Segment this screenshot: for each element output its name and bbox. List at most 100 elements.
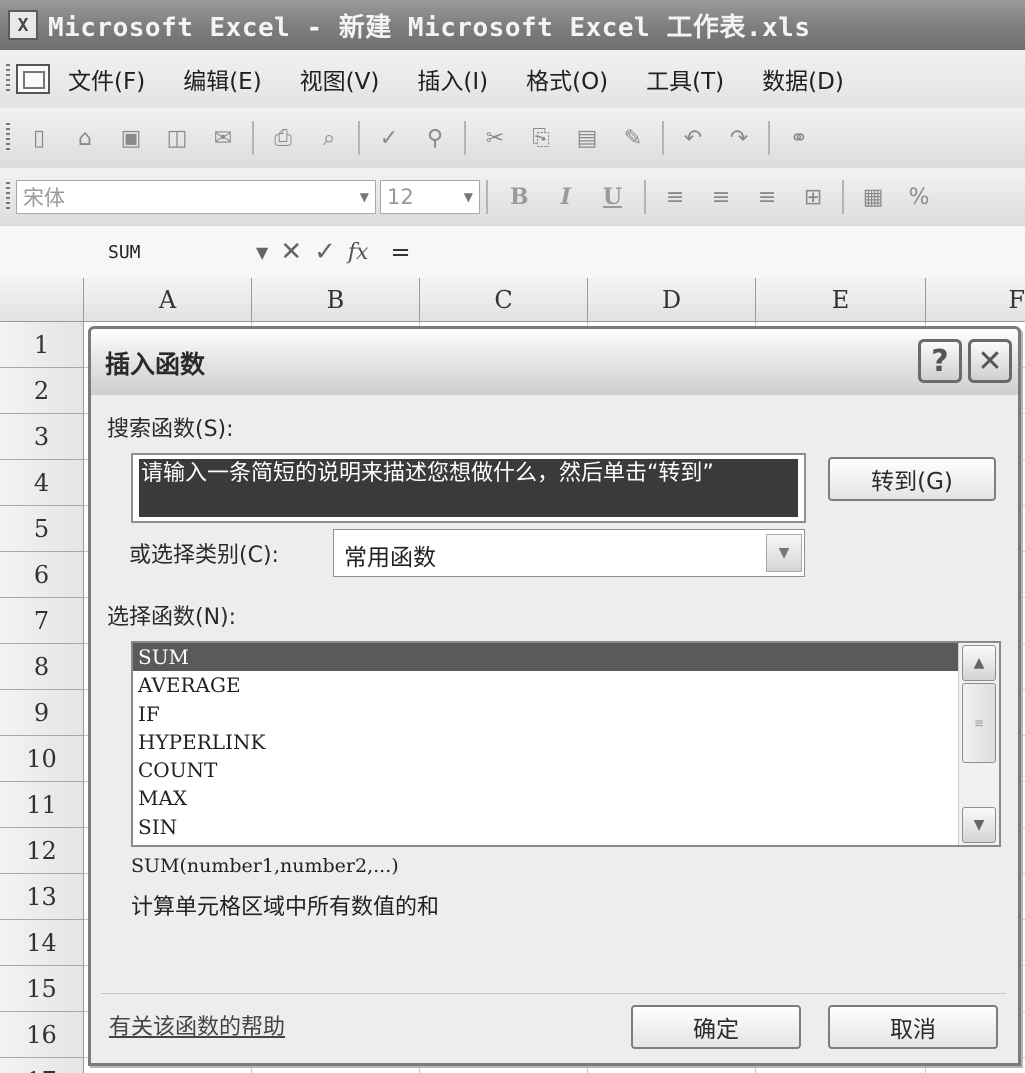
row-header-4[interactable]: 4 — [0, 460, 84, 506]
menu-insert[interactable]: 插入(I) — [417, 62, 488, 96]
row-header-5[interactable]: 5 — [0, 506, 84, 552]
menu-bar: 文件(F) 编辑(E) 视图(V) 插入(I) 格式(O) 工具(T) 数据(D… — [0, 50, 1025, 108]
spelling-icon[interactable]: ✓ — [372, 121, 406, 155]
chevron-down-icon[interactable]: ▼ — [766, 534, 802, 572]
email-icon[interactable]: ✉ — [206, 121, 240, 155]
row-header-13[interactable]: 13 — [0, 874, 84, 920]
permission-icon[interactable]: ◫ — [160, 121, 194, 155]
list-item-max[interactable]: MAX — [133, 784, 958, 812]
print-icon[interactable]: ⎙ — [266, 121, 300, 155]
list-item-if[interactable]: IF — [133, 700, 958, 728]
dialog-title: 插入函数 — [105, 350, 206, 379]
column-header-b[interactable]: B — [252, 278, 420, 322]
list-item-sum[interactable]: SUM — [133, 643, 958, 672]
align-center-icon[interactable]: ≡ — [704, 180, 738, 214]
row-header-12[interactable]: 12 — [0, 828, 84, 874]
row-header-6[interactable]: 6 — [0, 552, 84, 598]
copy-icon[interactable]: ⎘ — [524, 121, 558, 155]
name-box-dropdown-icon[interactable]: ▼ — [256, 243, 268, 262]
menu-view[interactable]: 视图(V) — [300, 62, 380, 96]
category-value: 常用函数 — [344, 545, 436, 571]
ok-button[interactable]: 确定 — [631, 1005, 801, 1049]
italic-icon[interactable]: I — [561, 184, 571, 210]
font-name-select[interactable]: 宋体 ▼ — [16, 180, 376, 214]
font-size-value: 12 — [387, 185, 414, 209]
scroll-thumb[interactable]: ≡ — [962, 683, 996, 763]
title-bar: X Microsoft Excel - 新建 Microsoft Excel 工… — [0, 0, 1025, 50]
merge-center-icon[interactable]: ⊞ — [796, 180, 830, 214]
toolbar-grip-icon[interactable] — [6, 123, 10, 153]
redo-icon[interactable]: ↷ — [722, 121, 756, 155]
column-header-e[interactable]: E — [756, 278, 926, 322]
row-header-11[interactable]: 11 — [0, 782, 84, 828]
list-item-average[interactable]: AVERAGE — [133, 671, 958, 699]
paste-icon[interactable]: ▤ — [570, 121, 604, 155]
help-question-icon[interactable]: ? — [918, 339, 962, 383]
column-header-a[interactable]: A — [84, 278, 252, 322]
toolbar-grip-icon[interactable] — [6, 182, 10, 212]
cancel-icon[interactable]: ✕ — [280, 237, 302, 267]
enter-icon[interactable]: ✓ — [314, 237, 336, 267]
row-header-1[interactable]: 1 — [0, 322, 84, 368]
workbook-menu-icon[interactable] — [16, 64, 50, 94]
row-header-17[interactable]: 17 — [0, 1058, 84, 1073]
menu-format[interactable]: 格式(O) — [526, 62, 608, 96]
align-right-icon[interactable]: ≡ — [750, 180, 784, 214]
currency-icon[interactable]: ▦ — [856, 180, 890, 214]
cut-icon[interactable]: ✂ — [478, 121, 512, 155]
row-header-9[interactable]: 9 — [0, 690, 84, 736]
row-header-10[interactable]: 10 — [0, 736, 84, 782]
menu-edit[interactable]: 编辑(E) — [183, 62, 261, 96]
scroll-down-icon[interactable]: ▼ — [962, 807, 996, 843]
name-box[interactable]: SUM — [0, 232, 256, 272]
hyperlink-icon[interactable]: ⚭ — [782, 121, 816, 155]
menu-data[interactable]: 数据(D) — [762, 62, 844, 96]
category-label: 或选择类别(C): — [129, 543, 279, 568]
select-all-corner[interactable] — [0, 278, 84, 322]
scroll-up-icon[interactable]: ▲ — [962, 645, 996, 681]
column-header-c[interactable]: C — [420, 278, 588, 322]
cancel-button[interactable]: 取消 — [828, 1005, 998, 1049]
row-header-2[interactable]: 2 — [0, 368, 84, 414]
row-header-7[interactable]: 7 — [0, 598, 84, 644]
format-painter-icon[interactable]: ✎ — [616, 121, 650, 155]
menubar-grip-icon[interactable] — [6, 64, 10, 94]
row-header-15[interactable]: 15 — [0, 966, 84, 1012]
menu-tools[interactable]: 工具(T) — [646, 62, 724, 96]
menu-file[interactable]: 文件(F) — [68, 62, 145, 96]
font-size-select[interactable]: 12 ▼ — [380, 180, 480, 214]
undo-icon[interactable]: ↶ — [676, 121, 710, 155]
search-function-input[interactable]: 请输入一条简短的说明来描述您想做什么，然后单击“转到” — [131, 453, 806, 523]
close-icon[interactable]: ✕ — [968, 339, 1012, 383]
excel-app-icon[interactable]: X — [8, 10, 38, 40]
align-left-icon[interactable]: ≡ — [658, 180, 692, 214]
chevron-down-icon[interactable]: ▼ — [360, 190, 369, 204]
save-icon[interactable]: ▣ — [114, 121, 148, 155]
percent-icon[interactable]: % — [902, 180, 936, 214]
category-select[interactable]: 常用函数 ▼ — [333, 529, 805, 577]
formula-input[interactable]: = — [390, 238, 410, 266]
list-item-sin[interactable]: SIN — [133, 813, 958, 841]
print-preview-icon[interactable]: ⌕ — [312, 121, 346, 155]
open-icon[interactable]: ⌂ — [68, 121, 102, 155]
bold-icon[interactable]: B — [510, 184, 529, 210]
list-item-hyperlink[interactable]: HYPERLINK — [133, 728, 958, 756]
list-item-count[interactable]: COUNT — [133, 756, 958, 784]
underline-icon[interactable]: U — [603, 184, 622, 210]
chevron-down-icon[interactable]: ▼ — [464, 190, 473, 204]
research-icon[interactable]: ⚲ — [418, 121, 452, 155]
function-list[interactable]: SUM AVERAGE IF HYPERLINK COUNT MAX SIN ▲… — [131, 641, 1001, 847]
toolbar-separator — [768, 121, 770, 155]
dialog-title-bar[interactable]: 插入函数 ? ✕ — [91, 329, 1018, 395]
insert-function-icon[interactable]: fx — [348, 240, 369, 265]
row-header-16[interactable]: 16 — [0, 1012, 84, 1058]
function-help-link[interactable]: 有关该函数的帮助 — [109, 1009, 285, 1041]
column-header-f[interactable]: F — [926, 278, 1025, 322]
go-button[interactable]: 转到(G) — [828, 457, 996, 501]
new-icon[interactable]: ▯ — [22, 121, 56, 155]
row-header-8[interactable]: 8 — [0, 644, 84, 690]
function-list-scrollbar[interactable]: ▲ ≡ ▼ — [958, 643, 999, 845]
row-header-3[interactable]: 3 — [0, 414, 84, 460]
column-header-d[interactable]: D — [588, 278, 756, 322]
row-header-14[interactable]: 14 — [0, 920, 84, 966]
